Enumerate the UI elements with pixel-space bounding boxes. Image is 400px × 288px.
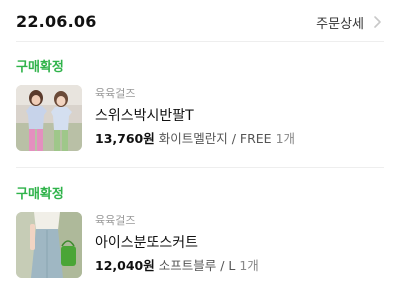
product-photo-skirt [16,212,82,278]
product-name[interactable]: 스위스박시반팔T [95,105,194,125]
product-price: 12,040원 [95,258,155,273]
brand-name: 육육걸즈 [95,214,136,227]
header-divider [16,41,384,42]
product-quantity: 1개 [239,258,259,273]
product-thumbnail[interactable] [16,85,82,151]
order-status-badge: 구매확정 [16,60,64,75]
order-detail-label: 주문상세 [316,16,364,32]
chevron-right-icon [374,16,381,28]
brand-name: 육육걸즈 [95,87,136,100]
product-meta: 12,040원 소프트블루 / L 1개 [95,255,259,274]
product-option: 화이트멜란지 / FREE [158,131,272,146]
order-item[interactable]: 육육걸즈 스위스박시반팔T 13,760원 화이트멜란지 / FREE 1개 [16,85,384,151]
product-thumbnail[interactable] [16,212,82,278]
product-photo-tshirt [16,85,82,151]
order-detail-button[interactable]: 주문상세 [316,10,384,34]
product-quantity: 1개 [275,131,296,146]
item-divider [16,167,384,168]
product-option: 소프트블루 / L [158,258,236,273]
product-price: 13,760원 [95,131,155,146]
order-header: 22.06.06 주문상세 [16,8,384,36]
order-status-badge: 구매확정 [16,187,64,202]
product-name[interactable]: 아이스분또스커트 [95,232,198,252]
order-date: 22.06.06 [16,12,97,31]
order-item[interactable]: 육육걸즈 아이스분또스커트 12,040원 소프트블루 / L 1개 [16,212,384,278]
product-meta: 13,760원 화이트멜란지 / FREE 1개 [95,128,295,147]
